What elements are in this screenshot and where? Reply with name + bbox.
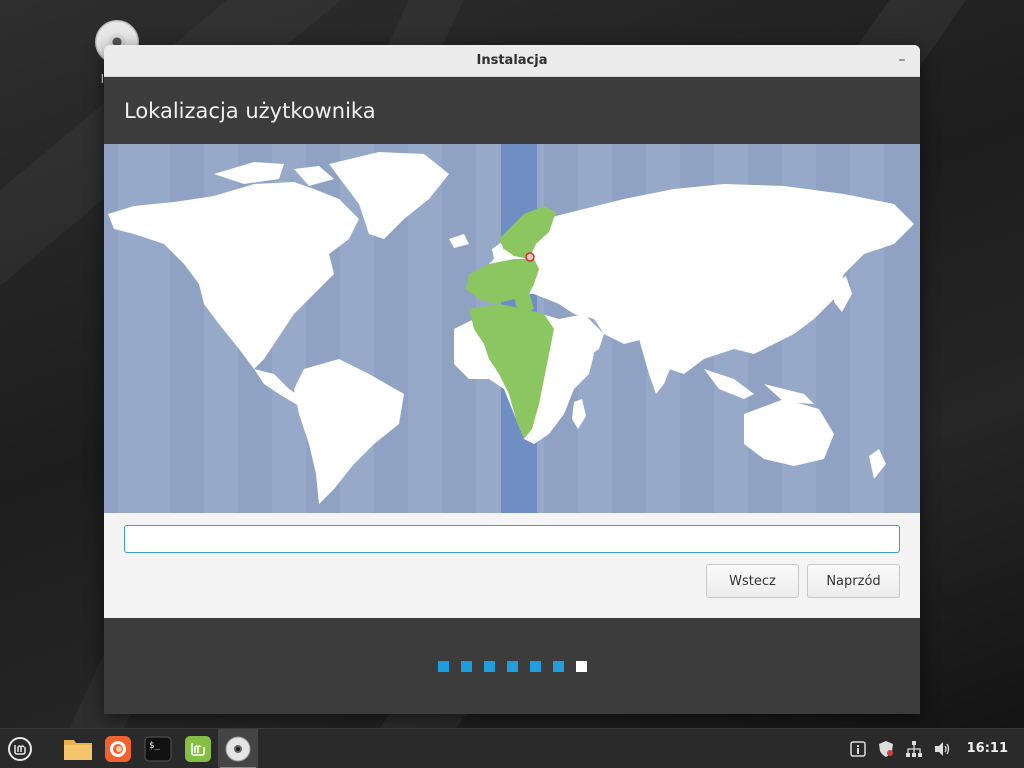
- files-launcher[interactable]: [58, 729, 98, 768]
- location-marker: [525, 252, 535, 262]
- clock[interactable]: 16:11: [967, 741, 1008, 756]
- network-tray[interactable]: [903, 738, 925, 760]
- page-title: Lokalizacja użytkownika: [124, 98, 376, 123]
- progress-step: [460, 660, 472, 672]
- progress-step: [437, 660, 449, 672]
- progress-indicator: [104, 618, 920, 714]
- page-header: Lokalizacja użytkownika: [104, 77, 920, 144]
- next-button[interactable]: Naprzód: [807, 564, 900, 598]
- progress-step: [506, 660, 518, 672]
- disc-icon: [225, 736, 251, 761]
- volume-tray[interactable]: [931, 738, 953, 760]
- system-tray: 16:11: [847, 738, 1024, 760]
- back-button[interactable]: Wstecz: [706, 564, 799, 598]
- installer-taskbar-item[interactable]: [218, 728, 258, 768]
- mint-menu-icon: [8, 736, 32, 761]
- progress-step: [552, 660, 564, 672]
- installer-window: Instalacja – Lokalizacja użytkownika Wst…: [104, 45, 920, 714]
- speaker-icon: [934, 741, 949, 756]
- shield-icon: [878, 740, 893, 757]
- firefox-icon: [105, 735, 131, 762]
- timezone-input[interactable]: [124, 525, 900, 553]
- firefox-launcher[interactable]: [98, 729, 138, 768]
- terminal-launcher[interactable]: $_: [138, 729, 178, 768]
- window-title: Instalacja: [476, 53, 548, 68]
- security-tray[interactable]: [875, 738, 897, 760]
- terminal-icon: $_: [144, 736, 172, 761]
- window-titlebar[interactable]: Instalacja –: [104, 45, 920, 77]
- folder-icon: [64, 739, 92, 760]
- taskbar: $_ 16:11: [0, 728, 1024, 768]
- mint-welcome-launcher[interactable]: [178, 729, 218, 768]
- progress-step: [529, 660, 541, 672]
- timezone-map[interactable]: [104, 144, 920, 513]
- location-form: Wstecz Naprzód: [104, 513, 920, 617]
- mint-logo-icon: [185, 735, 211, 762]
- update-info-icon: [849, 740, 866, 757]
- menu-button[interactable]: [0, 729, 40, 768]
- update-manager-tray[interactable]: [847, 738, 869, 760]
- svg-text:$_: $_: [149, 741, 160, 751]
- network-icon: [905, 740, 922, 757]
- progress-step-current: [575, 660, 587, 672]
- navigation-buttons: Wstecz Naprzód: [124, 564, 900, 598]
- progress-step: [483, 660, 495, 672]
- minimize-button[interactable]: –: [892, 50, 912, 70]
- world-map-graphic: [104, 144, 920, 513]
